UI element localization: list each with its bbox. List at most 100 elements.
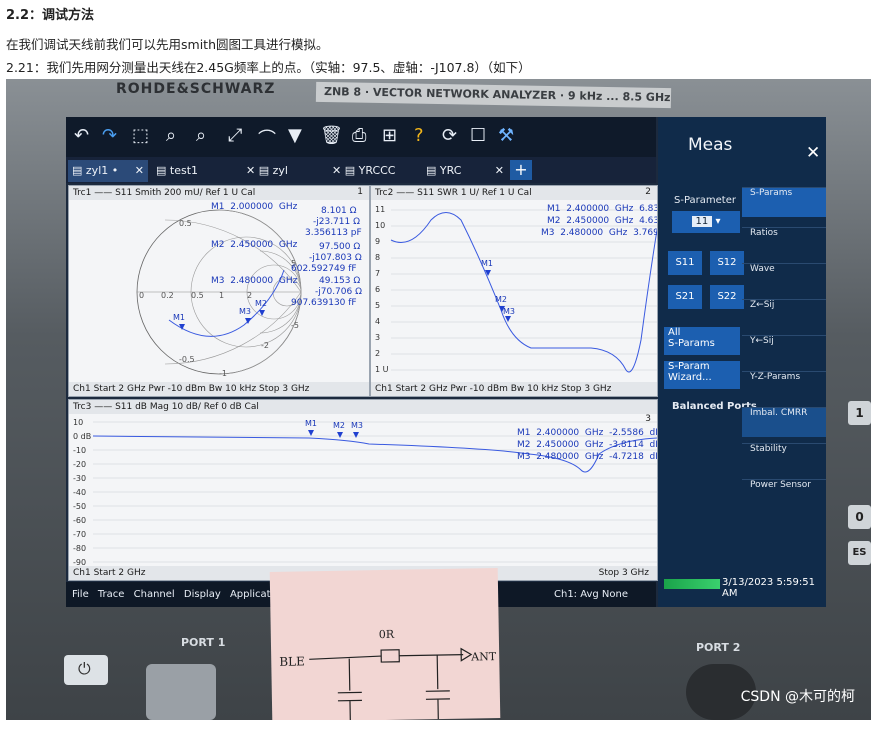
marker-readout: M1 2.000000 GHz: [211, 202, 298, 212]
db-tick: 0 dB: [73, 432, 91, 441]
port1-label: PORT 1: [181, 636, 226, 649]
marker-readout: M2 2.450000 GHz 4.631 U: [547, 216, 657, 226]
db-tick: 10: [73, 418, 83, 427]
close-icon: ✕: [494, 164, 504, 177]
close-icon: ✕: [246, 164, 256, 177]
marker-label: M1: [173, 313, 185, 322]
marker-label: M3: [239, 307, 251, 316]
swr-tick: 1 U: [375, 365, 389, 374]
close-icon: ✕: [332, 164, 342, 177]
tab-label: zyl1 •: [85, 164, 119, 177]
refresh-icon: ⟳: [442, 125, 458, 146]
footer-start: Ch1 Start 2 GHz: [73, 568, 146, 578]
tab-zyl1: ▤ zyl1 • ✕: [68, 160, 148, 182]
file-icon: ▤: [156, 164, 167, 177]
swr-pane: Trc2 —— S11 SWR 1 U/ Ref 1 U Cal 2 11 10…: [370, 185, 658, 397]
file-icon: ▤: [258, 164, 270, 177]
footer-stop: Stop 3 GHz: [598, 568, 649, 578]
side-yz-params: Y-Z-Params: [742, 371, 826, 401]
marker-label: M2: [255, 299, 267, 308]
menu-file: File: [72, 589, 89, 600]
trace-title: Trc1 —— S11 Smith 200 mU/ Ref 1 U Cal: [69, 186, 369, 200]
trace-title: Trc3 —— S11 dB Mag 10 dB/ Ref 0 dB Cal: [69, 400, 657, 414]
menu-channel: Channel: [133, 589, 175, 600]
marker-value: 3.356113 pF: [305, 228, 362, 238]
marker-label: M3: [503, 307, 515, 316]
undo-icon: ↶: [74, 125, 90, 146]
db-tick: -70: [73, 530, 86, 539]
swr-tick: 2: [375, 349, 380, 358]
side-power-sensor: Power Sensor: [742, 479, 826, 509]
brand-label: ROHDE&SCHWARZ: [116, 81, 276, 97]
db-tick: -60: [73, 516, 86, 525]
marker-label: M1: [305, 419, 317, 428]
menu-display: Display: [183, 589, 221, 600]
sparam-wizard-button: S-Param Wizard...: [664, 361, 740, 389]
tab-zyl: ✕ ▤ zyl: [246, 160, 336, 182]
side-y-sij: Y←Sij: [742, 335, 826, 365]
power-button: ⏻: [64, 655, 108, 685]
sparam-select: 11 ▾: [672, 211, 740, 233]
side-sparams: S-Params: [742, 187, 826, 217]
menu-trace: Trace: [97, 589, 125, 600]
marker-label: M3: [351, 421, 363, 430]
redo-icon: ↷: [102, 125, 118, 146]
marker-value: 8.101 Ω: [321, 206, 357, 216]
smith-grid-label: -0.5: [179, 355, 195, 364]
db-tick: -20: [73, 460, 86, 469]
marker-readout: M1 2.400000 GHz -2.5586 dB: [517, 428, 658, 438]
tab-label: test1: [169, 164, 199, 177]
db-tick: -50: [73, 502, 86, 511]
chevron-down-icon: ▾: [715, 216, 721, 227]
analyzer-screen: ↶ ↷ ⬚ ⌕ ⌕ ⤢ ⌒ ▼ 🗑 ⎙ ⊞ ? ⟳ ☐ ⚒ ▤ zyl1 • ✕…: [66, 117, 826, 607]
s21-button: S21: [668, 285, 702, 309]
delete-icon: 🗑: [320, 125, 343, 146]
dbmag-pane: Trc3 —— S11 dB Mag 10 dB/ Ref 0 dB Cal 3…: [68, 399, 658, 581]
trace-number: 1: [357, 187, 363, 197]
tab-label: YRC: [439, 164, 462, 177]
s22-button: S22: [710, 285, 744, 309]
fullscreen-icon: ⤢: [228, 125, 243, 146]
marker-value: 907.639130 fF: [291, 298, 357, 308]
key-1: 1: [848, 401, 871, 425]
meas-title: Meas: [688, 135, 733, 155]
db-tick: -90: [73, 558, 86, 566]
swr-tick: 9: [375, 237, 380, 246]
zoom-select-icon: ⬚: [132, 125, 150, 146]
marker-label: M1: [481, 259, 493, 268]
marker-readout: M2 2.450000 GHz: [211, 240, 298, 250]
windows-icon: ⊞: [382, 125, 398, 146]
all-sparams-button: All S-Params: [664, 327, 740, 355]
key-0: 0: [848, 505, 871, 529]
close-icon: ✕: [806, 143, 821, 163]
tab-label: zyl: [272, 164, 288, 177]
marker-value: 602.592749 fF: [291, 264, 357, 274]
file-icon: ▤: [426, 164, 437, 177]
marker-value: -j107.803 Ω: [309, 253, 362, 263]
swr-tick: 4: [375, 317, 380, 326]
smith-grid-label: 1: [219, 291, 224, 300]
marker-value: -j23.711 Ω: [313, 217, 360, 227]
db-tick: -80: [73, 544, 86, 553]
smith-grid-label: 0.2: [161, 291, 174, 300]
smith-grid-label: 2: [247, 291, 252, 300]
marker-readout: M3 2.480000 GHz -4.7218 dB: [517, 452, 658, 462]
power-icon: ⏻: [78, 659, 91, 678]
db-tick: -40: [73, 488, 86, 497]
close-icon: ✕: [134, 164, 144, 177]
screen-toolbar: ↶ ↷ ⬚ ⌕ ⌕ ⤢ ⌒ ▼ 🗑 ⎙ ⊞ ? ⟳ ☐ ⚒: [66, 117, 656, 157]
side-wave: Wave: [742, 263, 826, 293]
smith-grid-label: 0.5: [191, 291, 204, 300]
swr-tick: 7: [375, 269, 380, 278]
marker-label: M2: [495, 295, 507, 304]
marker-label: M2: [333, 421, 345, 430]
smith-grid-label: 0: [139, 291, 144, 300]
key-esc: ES: [848, 541, 871, 565]
meas-panel: Meas ✕ S-Parameter 11 ▾ S11 S12 S21 S22 …: [658, 117, 826, 607]
zoom-icon: ⌕: [166, 125, 177, 146]
tab-yrc: ▤ YRC ✕: [426, 160, 506, 182]
side-stability: Stability: [742, 443, 826, 473]
swr-tick: 10: [375, 221, 385, 230]
swr-tick: 5: [375, 301, 380, 310]
progress-indicator: [664, 579, 720, 589]
